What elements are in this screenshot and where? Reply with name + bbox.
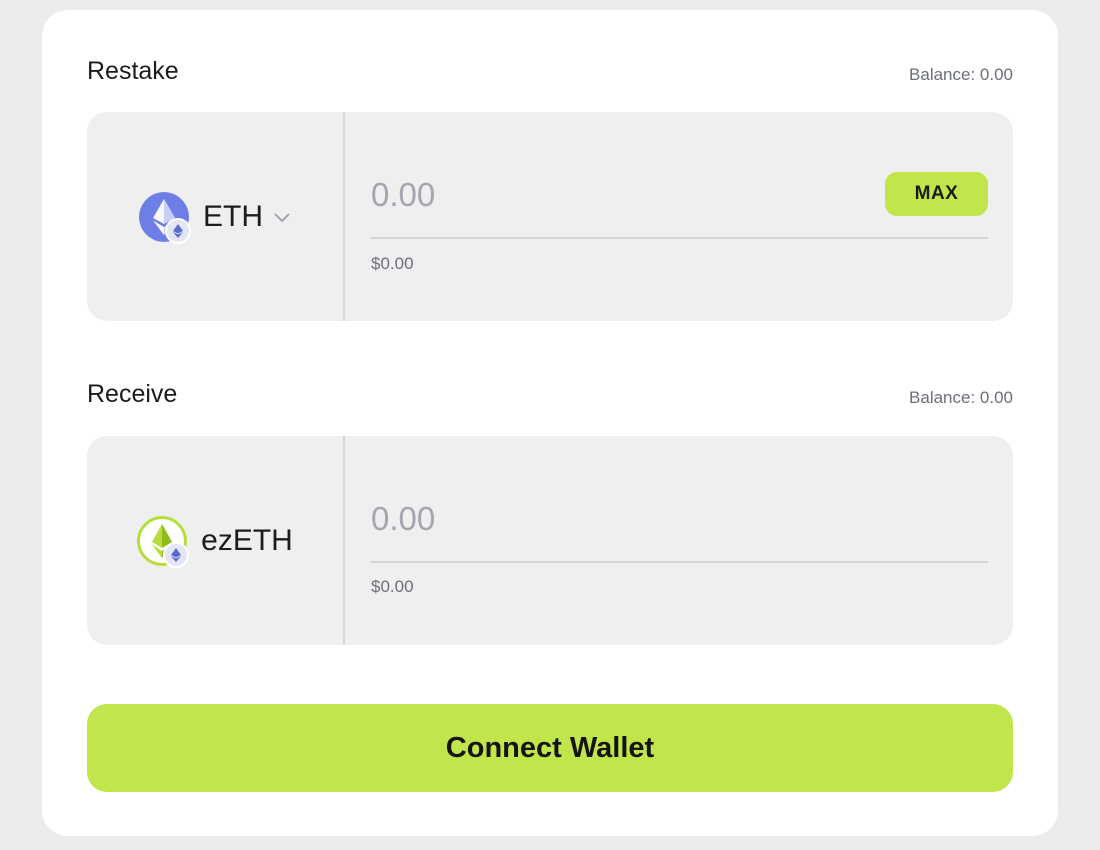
restake-token-name: ETH bbox=[203, 199, 263, 233]
receive-amount-output bbox=[371, 494, 871, 544]
restake-input-panel: ETH MAX $0.00 bbox=[87, 112, 1013, 321]
eth-icon bbox=[139, 191, 191, 244]
restake-amount-input[interactable] bbox=[371, 170, 871, 220]
receive-balance: Balance: 0.00 bbox=[909, 388, 1013, 407]
receive-token-display: ezETH bbox=[87, 436, 345, 645]
chevron-down-icon bbox=[273, 211, 291, 223]
restake-balance: Balance: 0.00 bbox=[909, 65, 1013, 84]
restake-amount-area: MAX $0.00 bbox=[371, 112, 988, 321]
restake-card: Restake Balance: 0.00 ETH 0.00 MAX $0.00… bbox=[42, 10, 1058, 836]
restake-label: Restake bbox=[87, 57, 179, 85]
restake-divider bbox=[371, 237, 988, 239]
receive-divider bbox=[371, 561, 988, 563]
receive-output-panel: ezETH $0.00 bbox=[87, 436, 1013, 645]
connect-wallet-button[interactable]: Connect Wallet bbox=[87, 704, 1013, 792]
eth-badge-icon bbox=[163, 541, 190, 568]
ezeth-icon bbox=[137, 515, 190, 568]
receive-amount-area: $0.00 bbox=[371, 436, 988, 645]
max-button[interactable]: MAX bbox=[885, 172, 988, 216]
restake-usd-value: $0.00 bbox=[371, 254, 414, 273]
receive-token-name: ezETH bbox=[201, 523, 293, 557]
receive-label: Receive bbox=[87, 380, 178, 408]
receive-usd-value: $0.00 bbox=[371, 577, 414, 596]
eth-badge-icon bbox=[165, 217, 191, 244]
restake-token-selector[interactable]: ETH bbox=[87, 112, 345, 321]
